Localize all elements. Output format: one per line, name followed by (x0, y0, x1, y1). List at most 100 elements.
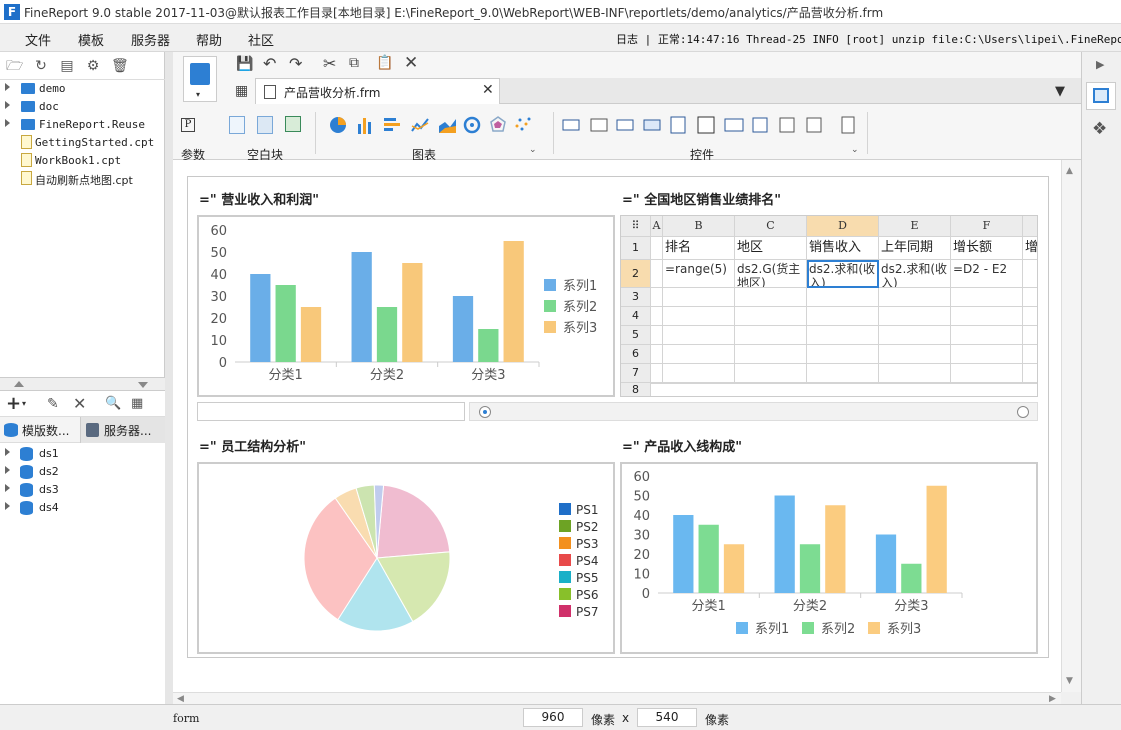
grid-cell[interactable] (1023, 326, 1037, 345)
column-header-c[interactable]: C (735, 216, 807, 237)
preview-icon[interactable]: 🔍 (105, 396, 121, 411)
pie-chart-icon[interactable] (330, 117, 346, 133)
select-all-corner[interactable]: ⠿ (621, 216, 651, 237)
radio-left-icon[interactable] (479, 406, 491, 418)
legend-label[interactable]: PS4 (576, 554, 599, 568)
grid-cell[interactable] (951, 307, 1023, 326)
dataset-ds1[interactable]: ds1 (0, 445, 165, 463)
grid-cell[interactable] (651, 237, 663, 260)
grid-cell[interactable]: ds2.G(货主地区) (735, 260, 807, 288)
tree-item-workbook1[interactable]: WorkBook1.cpt (0, 152, 165, 170)
row-header-4[interactable]: 4 (621, 307, 651, 326)
grid-cell[interactable] (663, 307, 735, 326)
bar[interactable] (452, 296, 474, 362)
label-widget-icon[interactable] (590, 118, 608, 132)
log-status[interactable]: 日志 | 正常:14:47:16 Thread-25 INFO [root] u… (616, 31, 1121, 47)
row-header-8[interactable]: 8 (621, 383, 651, 396)
row-header-2[interactable]: 2 (621, 260, 651, 288)
column-header-f[interactable]: F (951, 216, 1023, 237)
legend-label[interactable]: PS5 (576, 571, 599, 585)
grid-cell[interactable] (807, 364, 879, 383)
checkbox-group-icon[interactable] (779, 117, 795, 133)
bar[interactable] (723, 544, 745, 593)
grid-cell[interactable] (735, 326, 807, 345)
bar[interactable] (825, 505, 846, 593)
grid-cell[interactable] (663, 383, 735, 384)
grid-cell[interactable] (807, 383, 879, 384)
grid-cell[interactable] (651, 326, 663, 345)
column-header-b[interactable]: B (663, 216, 735, 237)
vertical-scrollbar[interactable]: ▲ ▼ (1061, 160, 1081, 692)
parameter-icon[interactable]: P (181, 118, 195, 132)
bar[interactable] (478, 329, 499, 362)
grid-cell[interactable]: =D2 - E2 (951, 260, 1023, 288)
area-chart-icon[interactable] (439, 119, 456, 133)
textbox-widget-icon[interactable] (562, 119, 580, 131)
bar[interactable] (250, 274, 271, 362)
tree-item-doc[interactable]: doc (0, 98, 165, 116)
grid-cell[interactable] (663, 326, 735, 345)
grid-cell[interactable]: 地区 (735, 237, 807, 260)
vertical-splitter[interactable] (165, 52, 173, 704)
grid-cell[interactable] (951, 364, 1023, 383)
row-header-5[interactable]: 5 (621, 326, 651, 345)
properties-tab[interactable] (1086, 82, 1116, 110)
column-header[interactable] (1023, 216, 1037, 237)
legend-swatch[interactable] (802, 622, 814, 634)
radar-chart-icon[interactable] (490, 116, 506, 132)
legend-swatch[interactable] (559, 554, 571, 566)
grid-cell[interactable] (951, 383, 1023, 384)
collapse-up-icon[interactable] (14, 381, 24, 387)
redo-icon[interactable]: ↷ (289, 54, 302, 73)
tree-item-demo[interactable]: demo (0, 80, 165, 98)
expand-right-icon[interactable]: ▶ (1096, 58, 1104, 71)
grid-cell[interactable] (951, 345, 1023, 364)
legend-swatch[interactable] (544, 300, 556, 312)
bar[interactable] (503, 241, 524, 362)
grid-cell[interactable]: 增长额 (951, 237, 1023, 260)
report-grid[interactable]: ⠿ A B C D E F 1 2 3 4 5 6 7 8 排名 地区 销售收入 上年同期 增长额增 =range(5)… (620, 215, 1038, 397)
tree-item-reuse[interactable]: FineReport.Reuse (0, 116, 165, 134)
chart-panel-product[interactable]: 0 10 20 30 40 50 60 分类1 分类2 分类3 系列1 系列2 系列3 (620, 462, 1038, 654)
row-header-6[interactable]: 6 (621, 345, 651, 364)
legend-swatch[interactable] (559, 571, 571, 583)
grid-cell[interactable] (735, 383, 807, 384)
dataset-ds3[interactable]: ds3 (0, 481, 165, 499)
legend-label[interactable]: 系列3 (563, 321, 597, 336)
grid-cell[interactable]: ds2.求和(收入) (879, 260, 951, 288)
column-header-d[interactable]: D (807, 216, 879, 237)
legend-swatch[interactable] (868, 622, 880, 634)
grid-cell[interactable] (1023, 364, 1037, 383)
grid-cell[interactable] (663, 288, 735, 307)
tab-block-icon[interactable] (257, 116, 273, 134)
menu-template[interactable]: 模板 (78, 30, 104, 49)
blank-block-icon[interactable] (229, 116, 245, 134)
grid-cell[interactable] (807, 345, 879, 364)
grid-cell[interactable]: 排名 (663, 237, 735, 260)
grid-cell[interactable]: 上年同期 (879, 237, 951, 260)
selected-cell[interactable]: ds2.求和(收入) (807, 260, 879, 288)
bar[interactable] (275, 285, 296, 362)
grid-cell[interactable] (651, 383, 663, 384)
expand-arrow-icon[interactable] (5, 83, 10, 91)
legend-swatch[interactable] (544, 321, 556, 333)
menu-server[interactable]: 服务器 (131, 30, 170, 49)
dropdown-icon[interactable]: ▾ (22, 399, 26, 408)
legend-label[interactable]: 系列3 (887, 622, 921, 637)
plugin-puzzle-icon[interactable]: ❖ (1092, 119, 1107, 139)
legend-swatch[interactable] (559, 605, 571, 617)
tree-item-map[interactable]: 自动刷新点地图.cpt (0, 170, 165, 188)
bar[interactable] (926, 485, 947, 593)
column-header-e[interactable]: E (879, 216, 951, 237)
param-scroll[interactable] (469, 402, 1038, 421)
expand-arrow-icon[interactable] (5, 484, 10, 492)
delete-icon[interactable]: ✕ (404, 53, 418, 73)
row-header-7[interactable]: 7 (621, 364, 651, 383)
properties-icon[interactable]: ▤ (59, 58, 75, 74)
radio-group-icon[interactable] (806, 117, 822, 133)
scatter-chart-icon[interactable] (515, 117, 531, 131)
legend-swatch[interactable] (544, 279, 556, 291)
bar[interactable] (402, 263, 423, 362)
remove-icon[interactable]: ✕ (73, 394, 86, 413)
legend-label[interactable]: PS6 (576, 588, 599, 602)
